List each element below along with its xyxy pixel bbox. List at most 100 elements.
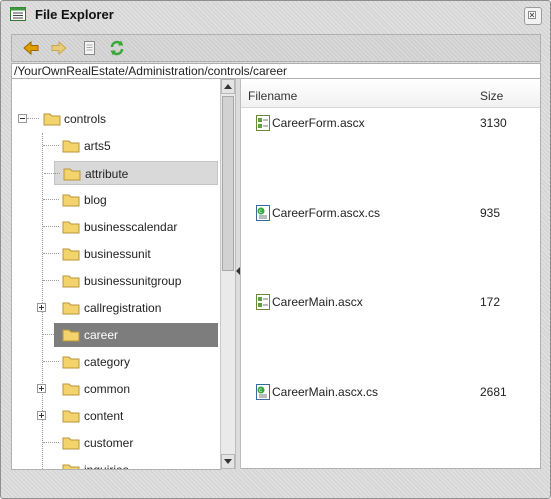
tree-node-attribute[interactable]: attribute [44,161,218,185]
tree-node-arts5[interactable]: arts5 [43,134,218,158]
tree-node-category[interactable]: category [43,350,218,374]
toolbar [11,34,541,62]
file-name: CareerMain.ascx.cs [272,385,379,399]
tree-connector [43,199,59,200]
scroll-thumb[interactable] [222,96,234,271]
arrow-right-icon [51,40,67,56]
file-size: 935 [480,206,501,220]
arrow-left-icon [23,40,39,56]
back-button[interactable] [22,39,40,57]
folder-icon [62,246,80,261]
file-name: CareerMain.ascx [272,295,363,309]
tree-connector [43,361,59,362]
expand-toggle[interactable] [37,411,46,420]
file-size: 2681 [480,385,507,399]
tree-node-blog[interactable]: blog [43,188,218,212]
folder-icon [62,354,80,369]
tree-node-label: customer [84,436,134,450]
tree-connector [43,280,59,281]
file-list: Filename Size CareerForm.ascx 3130 c Car… [241,79,541,469]
tree-node-customer[interactable]: customer [43,431,218,455]
tree-node-label: attribute [85,167,129,181]
file-size: 3130 [480,116,507,130]
folder-icon [62,273,80,288]
tree-node-label: callregistration [84,301,162,315]
tree-connector [43,442,59,443]
expand-toggle[interactable] [37,303,46,312]
refresh-button[interactable] [108,39,126,57]
tree-node-label: category [84,355,131,369]
folder-icon [62,219,80,234]
tree-node-content[interactable]: content [37,404,218,428]
tree-scrollbar[interactable] [220,79,235,469]
title-bar: File Explorer [1,1,550,29]
tree-node-label: blog [84,193,107,207]
file-name: CareerForm.ascx [272,116,365,130]
refresh-icon [110,40,124,56]
folder-icon [62,192,80,207]
tree-connector [43,253,59,254]
tree-node-callregistration[interactable]: callregistration [37,296,218,320]
tree-node-label: businesscalendar [84,220,178,234]
arrow-up-icon [224,84,232,89]
tree-node-businessunitgroup[interactable]: businessunitgroup [43,269,218,293]
file-row[interactable]: CareerForm.ascx 3130 [241,113,540,133]
folder-icon [62,327,80,342]
folder-icon [62,300,80,315]
tree-connector [44,173,60,174]
collapse-arrow-icon [236,267,240,275]
tree-connector [27,118,39,119]
tree-node-businessunit[interactable]: businessunit [43,242,218,266]
tree-node-career[interactable]: career [43,323,218,347]
file-name: CareerForm.ascx.cs [272,206,381,220]
cs-file-icon: c [256,384,270,400]
path-bar[interactable]: /YourOwnRealEstate/Administration/contro… [11,63,541,79]
tree-connector [43,469,59,470]
expand-toggle[interactable] [37,384,46,393]
tree-node-label: inquiries [84,463,129,470]
file-row[interactable]: c CareerMain.ascx.cs 2681 [241,382,540,402]
folder-icon [43,111,61,126]
collapse-toggle[interactable] [18,114,27,123]
document-icon [84,41,95,55]
tree-node-label: arts5 [84,139,111,153]
arrow-down-icon [224,459,232,464]
tree-connector [43,334,54,335]
file-size: 172 [480,295,501,309]
close-button[interactable] [524,7,542,25]
tree-node-label: career [84,328,119,342]
window-title: File Explorer [35,7,114,22]
window-list-icon [10,7,26,21]
cs-file-icon: c [256,205,270,221]
forward-button[interactable] [50,39,68,57]
folder-icon [62,462,80,469]
file-row[interactable]: c CareerForm.ascx.cs 935 [241,203,540,223]
tree-node-businesscalendar[interactable]: businesscalendar [43,215,218,239]
tree-node-controls[interactable]: controls [12,107,221,131]
tree-node-inquiries[interactable]: inquiries [54,458,218,470]
file-explorer-window: File Explorer /YourOwnRealEstate/Adminis… [0,0,551,499]
file-list-header: Filename Size [241,79,540,108]
column-header-size[interactable]: Size [480,89,503,103]
close-icon [525,11,539,25]
ascx-file-icon [256,115,270,131]
tree-node-label: controls [64,112,107,126]
svg-text:c: c [259,209,262,215]
file-row[interactable]: CareerMain.ascx 172 [241,292,540,312]
scroll-down-button[interactable] [221,454,235,469]
tree-node-label: businessunit [84,247,151,261]
folder-icon [62,381,80,396]
tree-connector [43,145,59,146]
folder-tree: controls arts5 attribute blog businessca… [11,79,221,470]
folder-icon [62,435,80,450]
new-document-button[interactable] [80,39,98,57]
tree-node-label: businessunitgroup [84,274,182,288]
folder-icon [63,166,81,181]
folder-icon [62,408,80,423]
svg-text:c: c [259,388,262,394]
tree-node-label: content [84,409,124,423]
tree-connector [43,226,59,227]
column-header-filename[interactable]: Filename [248,89,297,103]
tree-node-common[interactable]: common [37,377,218,401]
scroll-up-button[interactable] [221,79,235,94]
